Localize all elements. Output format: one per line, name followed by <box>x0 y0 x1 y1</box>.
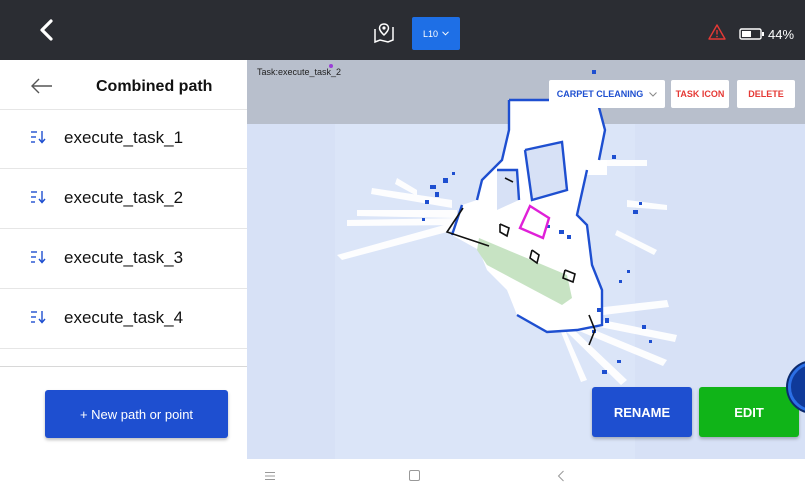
rename-button[interactable]: RENAME <box>592 387 692 437</box>
battery-icon <box>739 28 764 40</box>
new-path-button[interactable]: + New path or point <box>45 390 228 438</box>
edit-button[interactable]: EDIT <box>699 387 799 437</box>
list-item-label: execute_task_2 <box>64 188 184 207</box>
list-item-label: execute_task_3 <box>64 248 184 267</box>
list-item-execute-task-1[interactable]: execute_task_1 <box>0 110 247 169</box>
cleaning-mode-select[interactable]: CARPET CLEANING <box>549 80 665 108</box>
chevron-down-icon <box>649 91 658 97</box>
robot-select[interactable]: L10 <box>412 17 460 50</box>
home-icon[interactable] <box>409 470 420 481</box>
map-pin-icon[interactable] <box>372 22 396 44</box>
cleaning-mode-value: CARPET CLEANING <box>556 89 644 99</box>
sort-down-icon <box>31 191 46 204</box>
sidebar-header: Combined path <box>0 60 247 110</box>
sort-down-icon <box>31 251 46 264</box>
warning-icon[interactable] <box>708 24 726 40</box>
list-item-execute-task-3[interactable]: execute_task_3 <box>0 230 247 289</box>
top-bar: L10 44% <box>0 0 805 60</box>
map-view[interactable]: Task:execute_task_2 CARPET CLEANING TASK… <box>247 60 805 459</box>
list-item-execute-task-2[interactable]: execute_task_2 <box>0 170 247 229</box>
sidebar: Combined path execute_task_1 execute_tas… <box>0 60 247 459</box>
chevron-down-icon <box>442 31 449 36</box>
page-title: Combined path <box>96 78 213 95</box>
sidebar-footer: + New path or point <box>0 366 247 459</box>
list-item-label: execute_task_4 <box>64 308 184 327</box>
delete-button[interactable]: DELETE <box>737 80 795 108</box>
task-icon-button[interactable]: TASK ICON <box>671 80 729 108</box>
sort-down-icon <box>31 311 46 324</box>
task-name-label: Task:execute_task_2 <box>257 67 342 77</box>
robot-select-label: L10 <box>422 28 439 39</box>
list-item-execute-task-4[interactable]: execute_task_4 <box>0 290 247 349</box>
system-nav-bar <box>0 459 805 494</box>
back-icon[interactable] <box>34 17 60 43</box>
list-item-label: execute_task_1 <box>64 128 184 147</box>
sort-down-icon <box>31 131 46 144</box>
back-nav-icon[interactable] <box>557 470 565 482</box>
battery-percentage: 44% <box>768 27 795 42</box>
arrow-left-icon[interactable] <box>30 77 54 95</box>
menu-icon[interactable] <box>264 471 276 481</box>
